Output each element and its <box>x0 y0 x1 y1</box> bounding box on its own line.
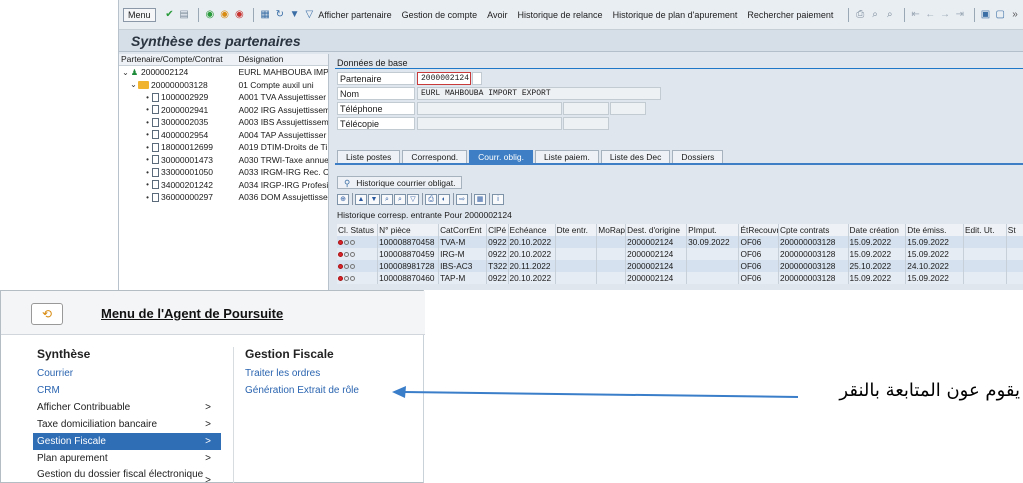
annotation-arrow <box>392 386 799 398</box>
annotation-text: يقوم عون المتابعة بالنقر <box>839 380 1020 401</box>
annotation-arrow-line <box>403 391 799 398</box>
annotation-arrow-head <box>392 386 406 398</box>
